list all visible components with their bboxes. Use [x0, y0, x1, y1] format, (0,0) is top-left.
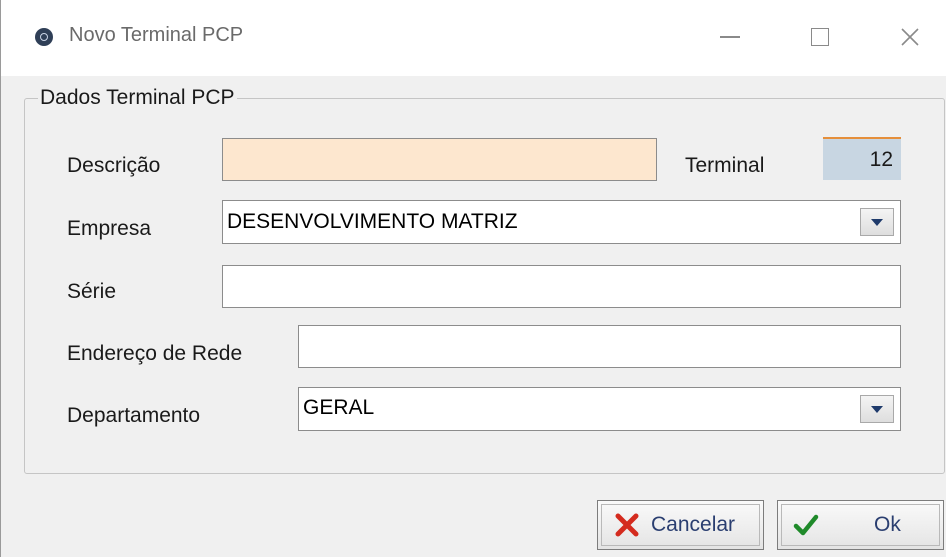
- descricao-label: Descrição: [67, 154, 161, 177]
- empresa-label: Empresa: [67, 217, 152, 240]
- serie-label: Série: [67, 280, 117, 303]
- group-box-title: Dados Terminal PCP: [38, 86, 237, 110]
- serie-input[interactable]: [222, 265, 901, 308]
- cancel-button-label: Cancelar: [651, 513, 736, 536]
- departamento-selected-value: GERAL: [303, 396, 375, 419]
- ok-button[interactable]: Ok: [777, 500, 944, 550]
- chevron-down-icon: [871, 218, 883, 226]
- empresa-dropdown-button[interactable]: [860, 208, 894, 236]
- x-icon: [615, 513, 639, 537]
- descricao-input[interactable]: [222, 138, 657, 181]
- cancel-button[interactable]: Cancelar: [597, 500, 764, 550]
- title-bar: Novo Terminal PCP: [1, 0, 946, 76]
- minimize-button[interactable]: [707, 14, 753, 60]
- endereco-label: Endereço de Rede: [67, 342, 243, 365]
- terminal-number: 12: [823, 137, 901, 180]
- maximize-icon: [811, 28, 829, 46]
- endereco-input[interactable]: [298, 325, 901, 368]
- departamento-select[interactable]: GERAL: [298, 387, 901, 431]
- dialog-window: Novo Terminal PCP Dados Terminal PCP Des…: [0, 0, 946, 557]
- app-icon: [35, 28, 53, 46]
- close-icon: [901, 28, 919, 46]
- check-icon: [793, 514, 819, 536]
- window-title: Novo Terminal PCP: [69, 24, 244, 46]
- departamento-label: Departamento: [67, 404, 201, 427]
- ok-button-label: Ok: [874, 513, 901, 536]
- minimize-icon: [720, 36, 740, 38]
- departamento-dropdown-button[interactable]: [860, 395, 894, 423]
- terminal-label: Terminal: [685, 154, 765, 177]
- maximize-button[interactable]: [797, 14, 843, 60]
- chevron-down-icon: [871, 405, 883, 413]
- close-button[interactable]: [887, 14, 933, 60]
- empresa-select[interactable]: DESENVOLVIMENTO MATRIZ: [222, 200, 901, 244]
- empresa-selected-value: DESENVOLVIMENTO MATRIZ: [227, 210, 518, 233]
